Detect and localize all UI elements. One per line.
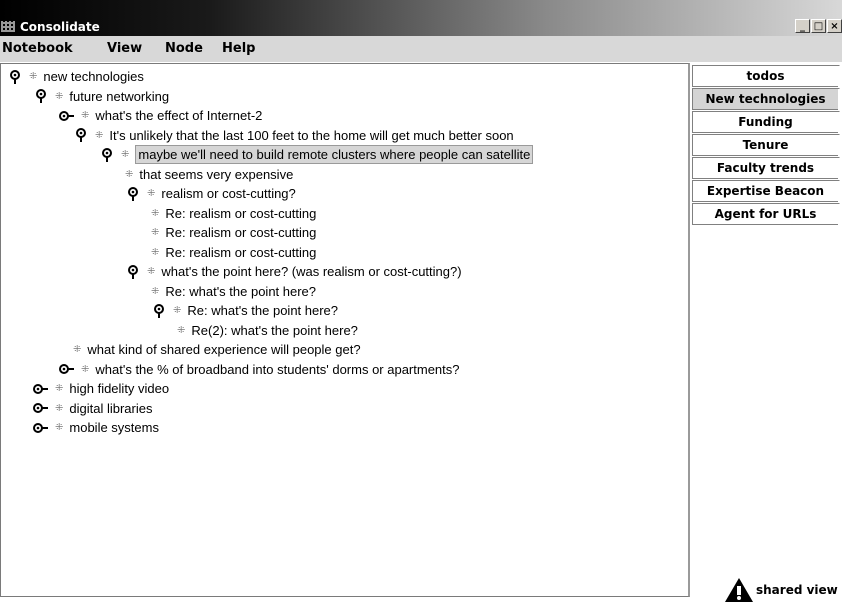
tree-row[interactable]: ⁜ what kind of shared experience will peo… [73, 340, 361, 359]
node-bullet-icon: ⁜ [121, 149, 130, 160]
tree-row-label: what's the % of broadband into students'… [95, 361, 460, 377]
close-button[interactable]: × [827, 19, 842, 33]
tree-row[interactable]: ⁜ digital libraries [33, 399, 152, 418]
tree-row-label: Re: realism or cost-cutting [165, 244, 317, 260]
menu-bar: Notebook View Node Help [0, 36, 842, 62]
tree-row[interactable]: ⁜ Re: what's the point here? [151, 301, 338, 320]
tree-row-label: Re: realism or cost-cutting [165, 225, 317, 240]
outline-tree[interactable]: ⁜ new technologies ⁜ future networking ⁜ what… [0, 63, 690, 597]
node-bullet-icon: ⁜ [55, 402, 64, 414]
collapsed-node-icon[interactable] [33, 418, 49, 437]
tree-row-label: what's the effect of Internet-2 [95, 108, 263, 123]
collapsed-node-icon[interactable] [59, 360, 75, 379]
maximize-button[interactable]: □ [811, 19, 826, 33]
node-bullet-icon: ⁜ [177, 324, 186, 336]
shared-view-indicator[interactable]: shared view [724, 577, 838, 603]
node-bullet-icon: ⁜ [95, 129, 104, 141]
expanded-node-icon[interactable] [73, 126, 89, 145]
tree-row[interactable]: ⁜ It's unlikely that the last 100 feet to… [73, 126, 514, 145]
tree-row[interactable]: ⁜ Re: realism or cost-cutting [151, 223, 316, 242]
tree-row[interactable]: ⁜ Re: realism or cost-cutting [151, 243, 316, 262]
tree-row-label: future networking [69, 88, 170, 104]
tree-row[interactable]: ⁜ Re(2): what's the point here? [177, 321, 358, 340]
tree-row-label: Re: realism or cost-cutting [165, 205, 317, 221]
node-bullet-icon: ⁜ [73, 344, 82, 355]
tab-new-technologies[interactable]: New technologies [692, 88, 838, 110]
tree-row[interactable]: ⁜ high fidelity video [33, 379, 169, 398]
menu-view[interactable]: View [107, 41, 142, 56]
tab-faculty-trends[interactable]: Faculty trends [692, 157, 838, 179]
node-bullet-icon: ⁜ [55, 90, 64, 102]
node-bullet-icon: ⁜ [151, 285, 160, 297]
tree-row-label: that seems very expensive [139, 166, 294, 182]
node-bullet-icon: ⁜ [55, 383, 64, 394]
tree-row-label: new technologies [43, 69, 144, 84]
window-menu-icon[interactable] [1, 21, 15, 32]
tree-row-label: Re: what's the point here? [187, 303, 339, 318]
collapsed-node-icon[interactable] [33, 379, 49, 398]
tree-row[interactable]: ⁜ mobile systems [33, 418, 159, 437]
node-bullet-icon: ⁜ [151, 227, 160, 238]
title-bar: Consolidate _ □ × [0, 0, 842, 36]
menu-notebook[interactable]: Notebook [2, 41, 73, 56]
tree-row-label: mobile systems [69, 420, 159, 435]
expanded-node-icon[interactable] [99, 145, 115, 164]
shared-view-label: shared view [756, 583, 838, 597]
tree-row[interactable]: ⁜ new technologies [7, 67, 144, 86]
expanded-node-icon[interactable] [125, 262, 141, 281]
tree-row-label: maybe we'll need to build remote cluster… [135, 145, 534, 164]
tree-row[interactable]: ⁜ realism or cost-cutting? [125, 184, 296, 203]
expanded-node-icon[interactable] [151, 301, 167, 320]
tree-row[interactable]: ⁜ future networking [33, 87, 169, 106]
expanded-node-icon[interactable] [7, 67, 23, 86]
node-bullet-icon: ⁜ [147, 188, 156, 199]
tree-row-label: realism or cost-cutting? [161, 186, 296, 201]
expanded-node-icon[interactable] [125, 184, 141, 203]
minimize-button[interactable]: _ [795, 19, 810, 33]
menu-help[interactable]: Help [222, 41, 255, 56]
tree-row[interactable]: ⁜ what's the effect of Internet-2 [59, 106, 262, 125]
tree-row-label: Re(2): what's the point here? [191, 322, 358, 338]
menu-node[interactable]: Node [165, 41, 203, 56]
tab-funding[interactable]: Funding [692, 111, 838, 133]
node-bullet-icon: ⁜ [29, 71, 38, 82]
tree-row[interactable]: ⁜ Re: what's the point here? [151, 282, 316, 301]
collapsed-node-icon[interactable] [59, 106, 75, 125]
tree-row-label: what kind of shared experience will peop… [87, 342, 361, 357]
window-controls: _ □ × [795, 19, 842, 33]
tab-tenure[interactable]: Tenure [692, 134, 838, 156]
tab-agent-for-urls[interactable]: Agent for URLs [692, 203, 838, 225]
tree-row-label: Re: what's the point here? [165, 283, 317, 299]
tree-row-label: what's the point here? (was realism or c… [161, 264, 462, 279]
node-bullet-icon: ⁜ [173, 305, 182, 316]
node-bullet-icon: ⁜ [81, 363, 90, 375]
node-bullet-icon: ⁜ [81, 110, 90, 121]
expanded-node-icon[interactable] [33, 87, 49, 106]
tree-row[interactable]: ⁜ that seems very expensive [125, 165, 293, 184]
node-bullet-icon: ⁜ [147, 266, 156, 277]
tree-row[interactable]: ⁜ maybe we'll need to build remote cluste… [99, 145, 534, 164]
node-bullet-icon: ⁜ [125, 168, 134, 180]
tree-row-label: It's unlikely that the last 100 feet to … [109, 127, 514, 143]
collapsed-node-icon[interactable] [33, 399, 49, 418]
node-bullet-icon: ⁜ [151, 246, 160, 258]
notebook-tabs-panel: todos New technologies Funding Tenure Facult… [692, 63, 842, 602]
tab-expertise-beacon[interactable]: Expertise Beacon [692, 180, 838, 202]
node-bullet-icon: ⁜ [151, 207, 160, 219]
node-bullet-icon: ⁜ [55, 422, 64, 433]
tab-todos[interactable]: todos [692, 65, 838, 87]
tree-row-label: digital libraries [69, 400, 153, 416]
tree-row[interactable]: ⁜ Re: realism or cost-cutting [151, 204, 316, 223]
warning-person-icon [725, 578, 753, 602]
tree-row-label: high fidelity video [69, 381, 170, 396]
tree-row[interactable]: ⁜ what's the % of broadband into students… [59, 360, 460, 379]
tree-row[interactable]: ⁜ what's the point here? (was realism or … [125, 262, 462, 281]
window-title: Consolidate [20, 20, 100, 34]
